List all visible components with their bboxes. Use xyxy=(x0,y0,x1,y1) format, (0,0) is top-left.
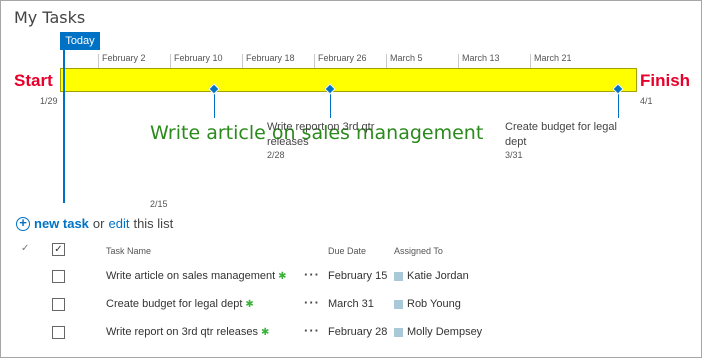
date-label: March 5 xyxy=(390,53,423,63)
date-label: March 21 xyxy=(534,53,572,63)
presence-icon xyxy=(394,328,403,337)
date-label: February 18 xyxy=(246,53,295,63)
date-tick xyxy=(314,54,315,68)
new-task-row: + new task or edit this list xyxy=(16,216,173,231)
timeline-bar[interactable] xyxy=(60,68,637,92)
table-row[interactable]: Create budget for legal dept ✱ ··· March … xyxy=(0,292,702,318)
star-icon: ✱ xyxy=(245,299,254,310)
page-title: My Tasks xyxy=(14,8,86,27)
date-label: February 2 xyxy=(102,53,146,63)
date-tick xyxy=(386,54,387,68)
table-row[interactable]: Write article on sales management ✱ ··· F… xyxy=(0,264,702,290)
today-marker xyxy=(63,68,65,92)
callout-write-report[interactable]: Write report on 3rd qtr releases xyxy=(267,120,397,150)
task-title-link[interactable]: Write report on 3rd qtr releases ✱ xyxy=(106,326,269,338)
date-label: February 26 xyxy=(318,53,367,63)
assigned-to-link[interactable]: Katie Jordan xyxy=(407,270,469,282)
edit-list-link[interactable]: edit xyxy=(108,216,129,231)
date-tick xyxy=(242,54,243,68)
due-date: February 15 xyxy=(328,270,388,282)
select-all-checkbox[interactable]: ✓ xyxy=(52,243,65,256)
assigned-to-link[interactable]: Rob Young xyxy=(407,298,461,310)
date-tick xyxy=(170,54,171,68)
completed-column-icon[interactable]: ✓ xyxy=(21,243,29,254)
date-label: March 13 xyxy=(462,53,500,63)
column-header-due-date[interactable]: Due Date xyxy=(328,246,366,256)
star-icon: ✱ xyxy=(261,327,270,338)
presence-icon xyxy=(394,272,403,281)
finish-date: 4/1 xyxy=(640,96,653,106)
callout-date: 3/31 xyxy=(505,150,523,160)
callout-create-budget[interactable]: Create budget for legal dept xyxy=(505,120,625,150)
task-title-link[interactable]: Create budget for legal dept ✱ xyxy=(106,298,254,310)
plus-circle-icon[interactable]: + xyxy=(16,216,30,231)
today-badge: Today xyxy=(60,32,100,50)
star-icon: ✱ xyxy=(278,271,287,282)
column-header-assigned-to[interactable]: Assigned To xyxy=(394,246,443,256)
or-text: or xyxy=(92,216,105,231)
table-row[interactable]: Write report on 3rd qtr releases ✱ ··· Fe… xyxy=(0,320,702,346)
date-tick xyxy=(530,54,531,68)
finish-label: Finish xyxy=(640,71,691,90)
row-checkbox[interactable] xyxy=(52,270,65,283)
date-tick xyxy=(98,54,99,68)
this-list-text: this list xyxy=(133,216,174,231)
column-header-task-name[interactable]: Task Name xyxy=(106,246,151,256)
ellipsis-icon[interactable]: ··· xyxy=(304,295,320,310)
callout-date: 2/28 xyxy=(267,150,285,160)
task-title-link[interactable]: Write article on sales management ✱ xyxy=(106,270,287,282)
row-checkbox[interactable] xyxy=(52,298,65,311)
callout-date: 2/15 xyxy=(150,199,168,209)
new-task-link[interactable]: new task xyxy=(34,216,89,231)
date-tick xyxy=(458,54,459,68)
start-label: Start xyxy=(14,71,53,90)
row-checkbox[interactable] xyxy=(52,326,65,339)
ellipsis-icon[interactable]: ··· xyxy=(304,267,320,282)
due-date: February 28 xyxy=(328,326,388,338)
assigned-to-link[interactable]: Molly Dempsey xyxy=(407,326,482,338)
ellipsis-icon[interactable]: ··· xyxy=(304,323,320,338)
start-date: 1/29 xyxy=(40,96,58,106)
presence-icon xyxy=(394,300,403,309)
due-date: March 31 xyxy=(328,298,374,310)
date-label: February 10 xyxy=(174,53,223,63)
